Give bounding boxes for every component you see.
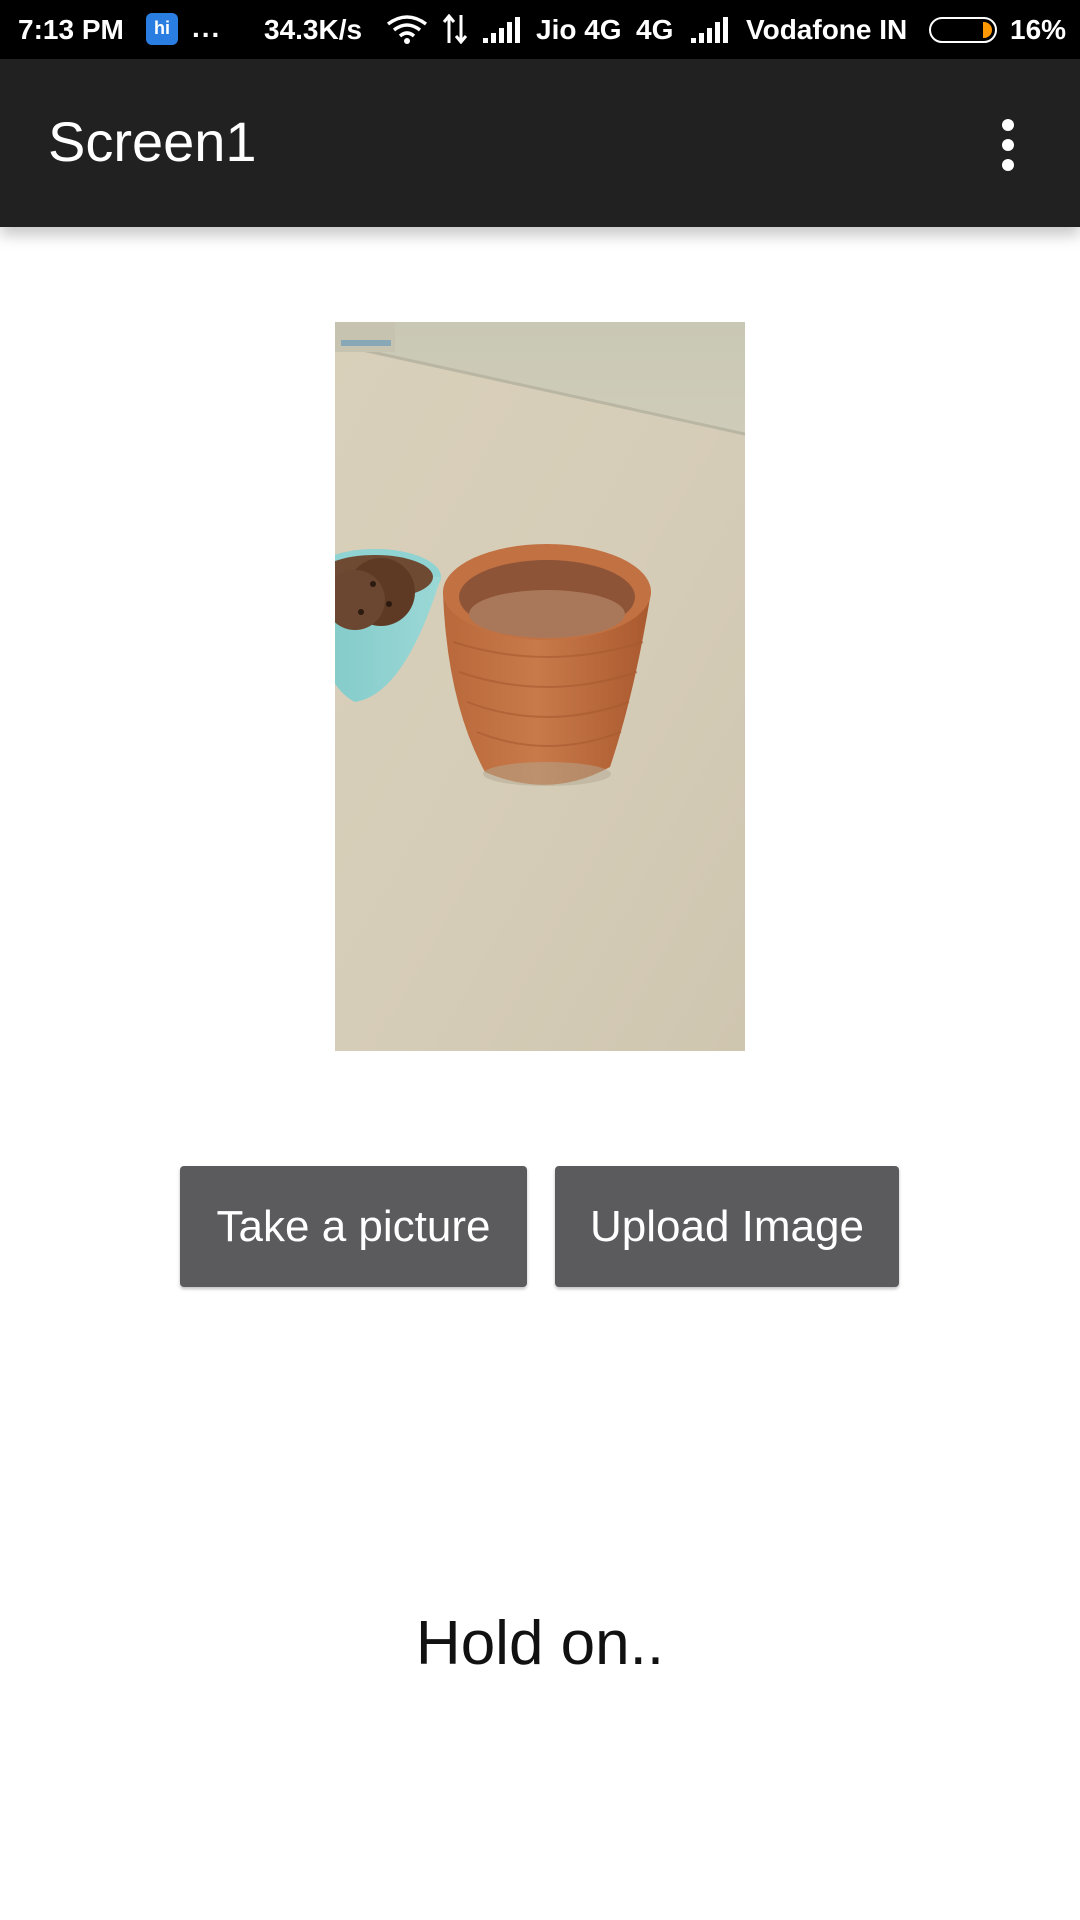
- carrier-name: Vodafone IN: [746, 14, 908, 45]
- signal-strength-icon: [483, 17, 520, 43]
- carrier-name: Jio 4G: [536, 14, 622, 45]
- status-label: Hold on..: [415, 1609, 665, 1678]
- data-transfer-icon: [442, 14, 468, 44]
- upload-image-button[interactable]: Upload Image: [555, 1166, 899, 1287]
- photo-content: [335, 322, 745, 1051]
- screen-title: Screen1: [48, 110, 257, 173]
- hi-app-icon: hi: [146, 13, 178, 45]
- battery-icon: [929, 17, 997, 43]
- signal-strength-icon: [691, 17, 728, 43]
- status-bar: 7:13 PM hi ... 34.3K/s Jio 4G 4G Vodafon…: [0, 0, 1080, 59]
- network-speed: 34.3K/s: [264, 14, 363, 45]
- battery-percent: 16%: [1010, 14, 1067, 45]
- network-type: 4G: [636, 14, 674, 45]
- wifi-icon: [386, 15, 428, 44]
- take-picture-button[interactable]: Take a picture: [180, 1166, 527, 1287]
- overflow-menu-icon[interactable]: [990, 117, 1026, 173]
- captured-photo: [335, 322, 745, 1051]
- app-bar: Screen1: [0, 59, 1080, 227]
- battery-level-fill: [983, 22, 992, 38]
- more-notifications-icon: ...: [192, 12, 222, 43]
- status-time: 7:13 PM: [18, 14, 124, 45]
